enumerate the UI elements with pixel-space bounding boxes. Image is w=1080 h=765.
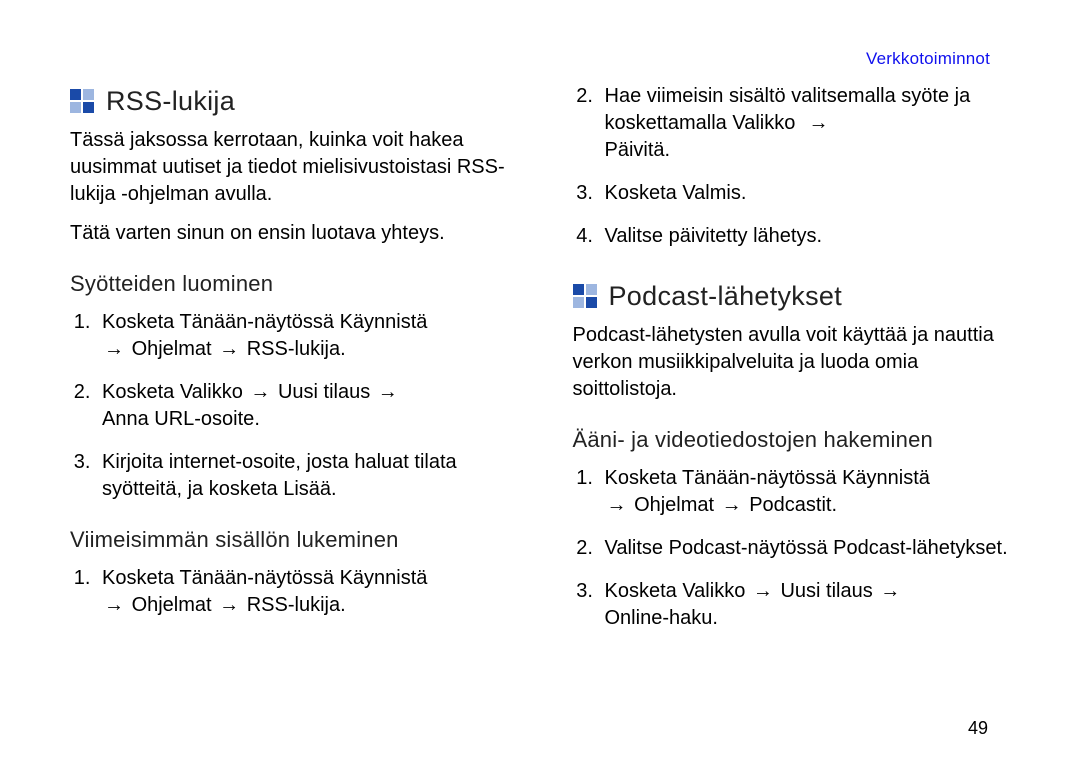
step-text: Kosketa Tänään-näytössä [102, 567, 340, 589]
step-text: Kosketa Tänään-näytössä [102, 311, 340, 333]
page: Verkkotoiminnot RSS-lukija Tässä jaksoss… [0, 0, 1080, 765]
ui-label: Uusi tilaus [278, 381, 370, 403]
grid-icon [70, 89, 94, 113]
rss-subhead-create: Syötteiden luominen [70, 269, 518, 299]
list-item: Hae viimeisin sisältö valitsemalla syöte… [599, 83, 1021, 164]
list-item: Kosketa Valikko → Uusi tilaus → Online-h… [599, 578, 1021, 632]
rss-subhead-read: Viimeisimmän sisällön lukeminen [70, 525, 518, 555]
list-item: Kosketa Tänään-näytössä Käynnistä → Ohje… [96, 309, 518, 363]
ui-label: Online-haku [605, 607, 713, 629]
arrow-icon: → [751, 578, 775, 605]
ui-label: Ohjelmat [132, 338, 212, 360]
step-text: Kosketa Tänään-näytössä [605, 467, 843, 489]
ui-label: RSS-lukija [247, 594, 340, 616]
right-column: Hae viimeisin sisältö valitsemalla syöte… [573, 83, 1021, 648]
ui-label: Anna URL-osoite [102, 408, 254, 430]
arrow-icon: → [376, 379, 400, 406]
step-text: Kosketa [605, 580, 683, 602]
ui-label: Valikko [180, 381, 243, 403]
rss-intro-1: Tässä jaksossa kerrotaan, kuinka voit ha… [70, 127, 518, 208]
list-item: Valitse Podcast-näytössä Podcast-lähetyk… [599, 535, 1021, 562]
arrow-icon: → [102, 336, 126, 363]
list-item: Kosketa Tänään-näytössä Käynnistä → Ohje… [96, 565, 518, 619]
grid-icon [573, 284, 597, 308]
ui-label: RSS-lukija [247, 338, 340, 360]
podcast-steps: Kosketa Tänään-näytössä Käynnistä → Ohje… [573, 465, 1021, 632]
arrow-icon: → [878, 578, 902, 605]
podcast-heading: Podcast-lähetykset [573, 278, 1021, 314]
ui-label: Lisää [283, 478, 331, 500]
step-text: Kirjoita internet-osoite, josta haluat t… [102, 451, 457, 500]
arrow-icon: → [217, 336, 241, 363]
list-item: Kosketa Valikko → Uusi tilaus → Anna URL… [96, 379, 518, 433]
podcast-title: Podcast-lähetykset [609, 278, 843, 314]
step-text: Kosketa [605, 182, 683, 204]
page-number: 49 [968, 716, 988, 740]
arrow-icon: → [248, 379, 272, 406]
arrow-icon: → [720, 492, 744, 519]
ui-label: Päivitä [605, 139, 665, 161]
ui-label: Uusi tilaus [780, 580, 872, 602]
rss-title: RSS-lukija [106, 83, 235, 119]
list-item: Valitse päivitetty lähetys. [599, 223, 1021, 250]
arrow-icon: → [806, 110, 830, 137]
step-text: Valitse Podcast-näytössä [605, 537, 834, 559]
header-section-label: Verkkotoiminnot [866, 48, 990, 71]
rss-read-steps: Kosketa Tänään-näytössä Käynnistä → Ohje… [70, 565, 518, 619]
left-column: RSS-lukija Tässä jaksossa kerrotaan, kui… [70, 83, 518, 648]
rss-heading: RSS-lukija [70, 83, 518, 119]
ui-label: Podcastit [749, 494, 831, 516]
ui-label: Käynnistä [340, 567, 428, 589]
podcast-subhead: Ääni- ja videotiedostojen hakeminen [573, 425, 1021, 455]
ui-label: Podcast-lähetykset [833, 537, 1002, 559]
arrow-icon: → [605, 492, 629, 519]
list-item: Kirjoita internet-osoite, josta haluat t… [96, 449, 518, 503]
podcast-intro: Podcast-lähetysten avulla voit käyttää j… [573, 322, 1021, 403]
ui-label: Valikko [732, 112, 795, 134]
arrow-icon: → [217, 592, 241, 619]
ui-label: Käynnistä [842, 467, 930, 489]
ui-label: Ohjelmat [132, 594, 212, 616]
ui-label: Valikko [682, 580, 745, 602]
step-text: Valitse päivitetty lähetys. [605, 225, 823, 247]
step-text: Kosketa [102, 381, 180, 403]
rss-read-steps-cont: Hae viimeisin sisältö valitsemalla syöte… [573, 83, 1021, 250]
ui-label: Valmis [682, 182, 741, 204]
rss-create-steps: Kosketa Tänään-näytössä Käynnistä → Ohje… [70, 309, 518, 503]
list-item: Kosketa Tänään-näytössä Käynnistä → Ohje… [599, 465, 1021, 519]
list-item: Kosketa Valmis. [599, 180, 1021, 207]
arrow-icon: → [102, 592, 126, 619]
ui-label: Käynnistä [340, 311, 428, 333]
content-columns: RSS-lukija Tässä jaksossa kerrotaan, kui… [70, 83, 1020, 648]
ui-label: Ohjelmat [634, 494, 714, 516]
rss-intro-2: Tätä varten sinun on ensin luotava yhtey… [70, 220, 518, 247]
